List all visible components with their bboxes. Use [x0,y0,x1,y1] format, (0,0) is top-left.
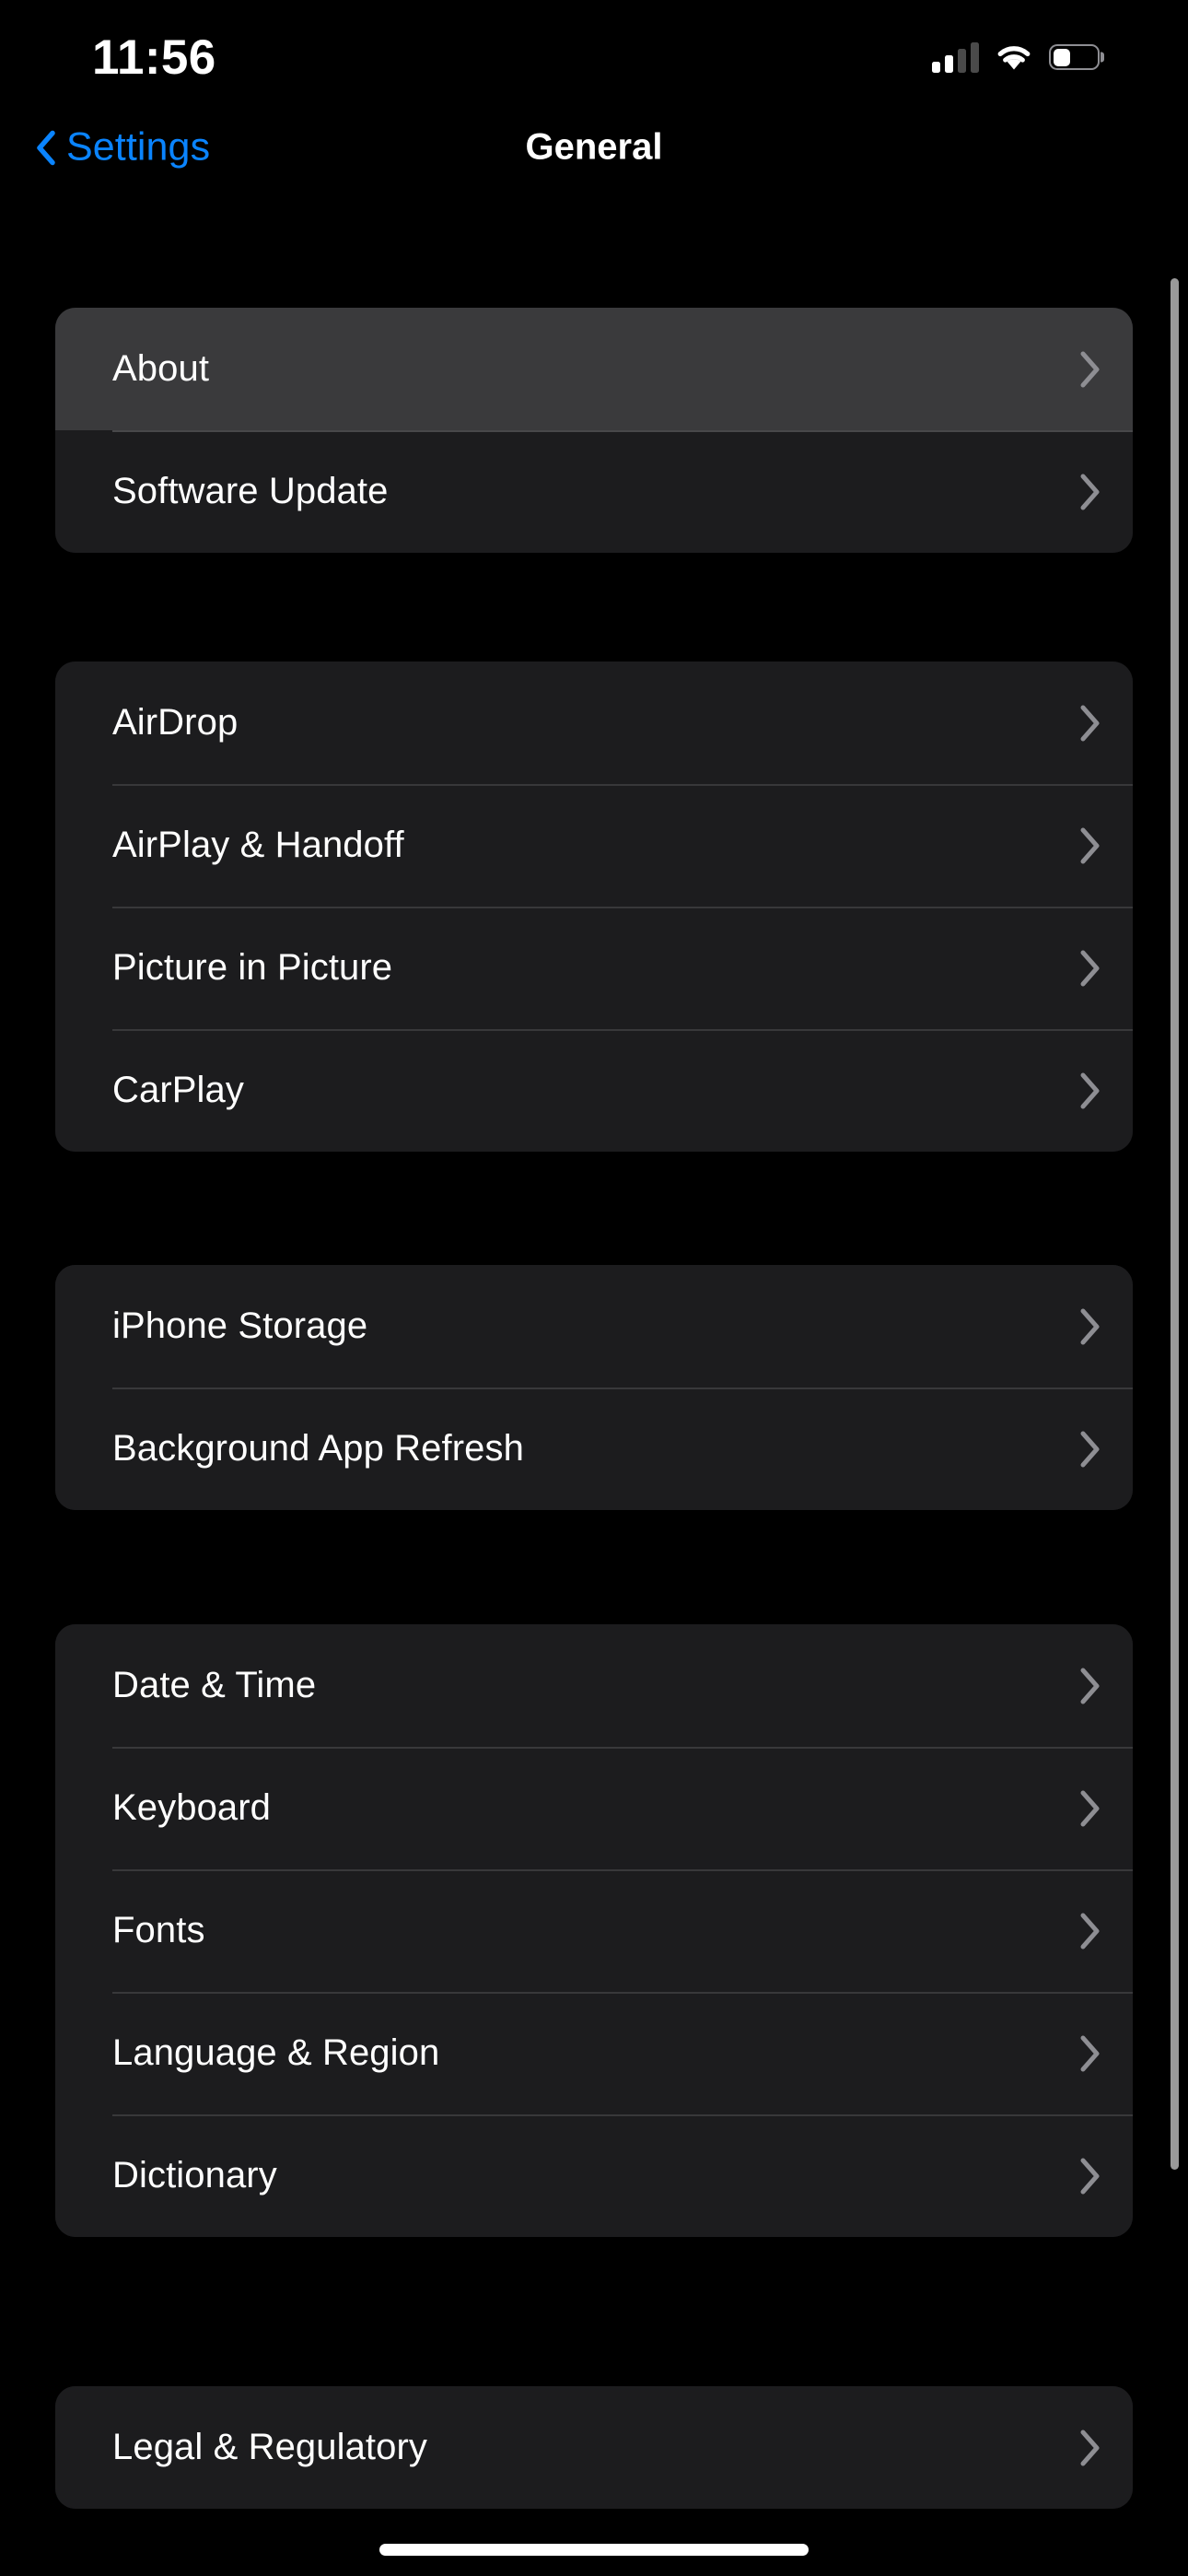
connectivity-group: AirDrop AirPlay & Handoff Picture in Pictu… [55,662,1133,1152]
chevron-right-icon [1080,351,1100,387]
battery-icon [1049,44,1100,70]
settings-row-label: iPhone Storage [112,1306,368,1346]
settings-row-fonts[interactable]: Fonts [55,1869,1133,1992]
settings-list[interactable]: About Software Update AirDrop AirPlay & Han… [0,193,1188,2576]
chevron-right-icon [1080,950,1100,986]
chevron-right-icon [1080,2158,1100,2194]
settings-row-label: CarPlay [112,1070,244,1110]
settings-row-language-region[interactable]: Language & Region [55,1992,1133,2114]
chevron-right-icon [1080,2035,1100,2071]
settings-row-label: Legal & Regulatory [112,2427,428,2467]
storage-group: iPhone Storage Background App Refresh [55,1265,1133,1510]
chevron-right-icon [1080,1431,1100,1467]
chevron-right-icon [1080,705,1100,741]
settings-row-label: Background App Refresh [112,1428,524,1469]
settings-row-label: Fonts [112,1910,205,1950]
settings-row-about[interactable]: About [55,308,1133,430]
chevron-right-icon [1080,1913,1100,1949]
settings-row-label: Date & Time [112,1665,317,1705]
settings-row-label: Keyboard [112,1787,272,1828]
status-bar-indicators [932,41,1100,73]
scroll-indicator[interactable] [1171,278,1179,2170]
settings-row-label: Dictionary [112,2155,277,2195]
settings-row-background-app-refresh[interactable]: Background App Refresh [55,1388,1133,1510]
settings-row-iphone-storage[interactable]: iPhone Storage [55,1265,1133,1388]
chevron-right-icon [1080,2430,1100,2465]
status-bar-time: 11:56 [92,29,216,85]
navigation-bar: Settings General [0,101,1188,193]
wifi-icon [997,46,1031,70]
localization-group: Date & Time Keyboard Fonts Language & Regio… [55,1624,1133,2237]
chevron-right-icon [1080,1790,1100,1826]
settings-general-screen: 11:56 Settings General About Software Up… [0,0,1188,2576]
settings-row-date-time[interactable]: Date & Time [55,1624,1133,1747]
chevron-right-icon [1080,1308,1100,1344]
settings-row-picture-in-picture[interactable]: Picture in Picture [55,907,1133,1029]
chevron-right-icon [1080,1668,1100,1704]
settings-row-dictionary[interactable]: Dictionary [55,2114,1133,2237]
settings-row-label: Language & Region [112,2032,440,2073]
settings-row-label: About [112,348,210,389]
settings-row-airplay-handoff[interactable]: AirPlay & Handoff [55,784,1133,907]
chevron-right-icon [1080,827,1100,863]
settings-row-label: Picture in Picture [112,947,393,988]
settings-row-label: AirPlay & Handoff [112,825,404,865]
settings-row-legal-regulatory[interactable]: Legal & Regulatory [55,2386,1133,2509]
chevron-right-icon [1080,474,1100,509]
legal-group: Legal & Regulatory [55,2386,1133,2509]
settings-row-label: AirDrop [112,702,239,743]
home-indicator[interactable] [379,2544,809,2556]
page-title: General [525,126,663,168]
settings-row-carplay[interactable]: CarPlay [55,1029,1133,1152]
device-info-group: About Software Update [55,308,1133,553]
chevron-right-icon [1080,1072,1100,1108]
status-bar: 11:56 [0,0,1188,101]
settings-row-label: Software Update [112,471,389,511]
cellular-signal-icon [932,41,979,73]
settings-row-keyboard[interactable]: Keyboard [55,1747,1133,1869]
settings-row-software-update[interactable]: Software Update [55,430,1133,553]
settings-row-airdrop[interactable]: AirDrop [55,662,1133,784]
